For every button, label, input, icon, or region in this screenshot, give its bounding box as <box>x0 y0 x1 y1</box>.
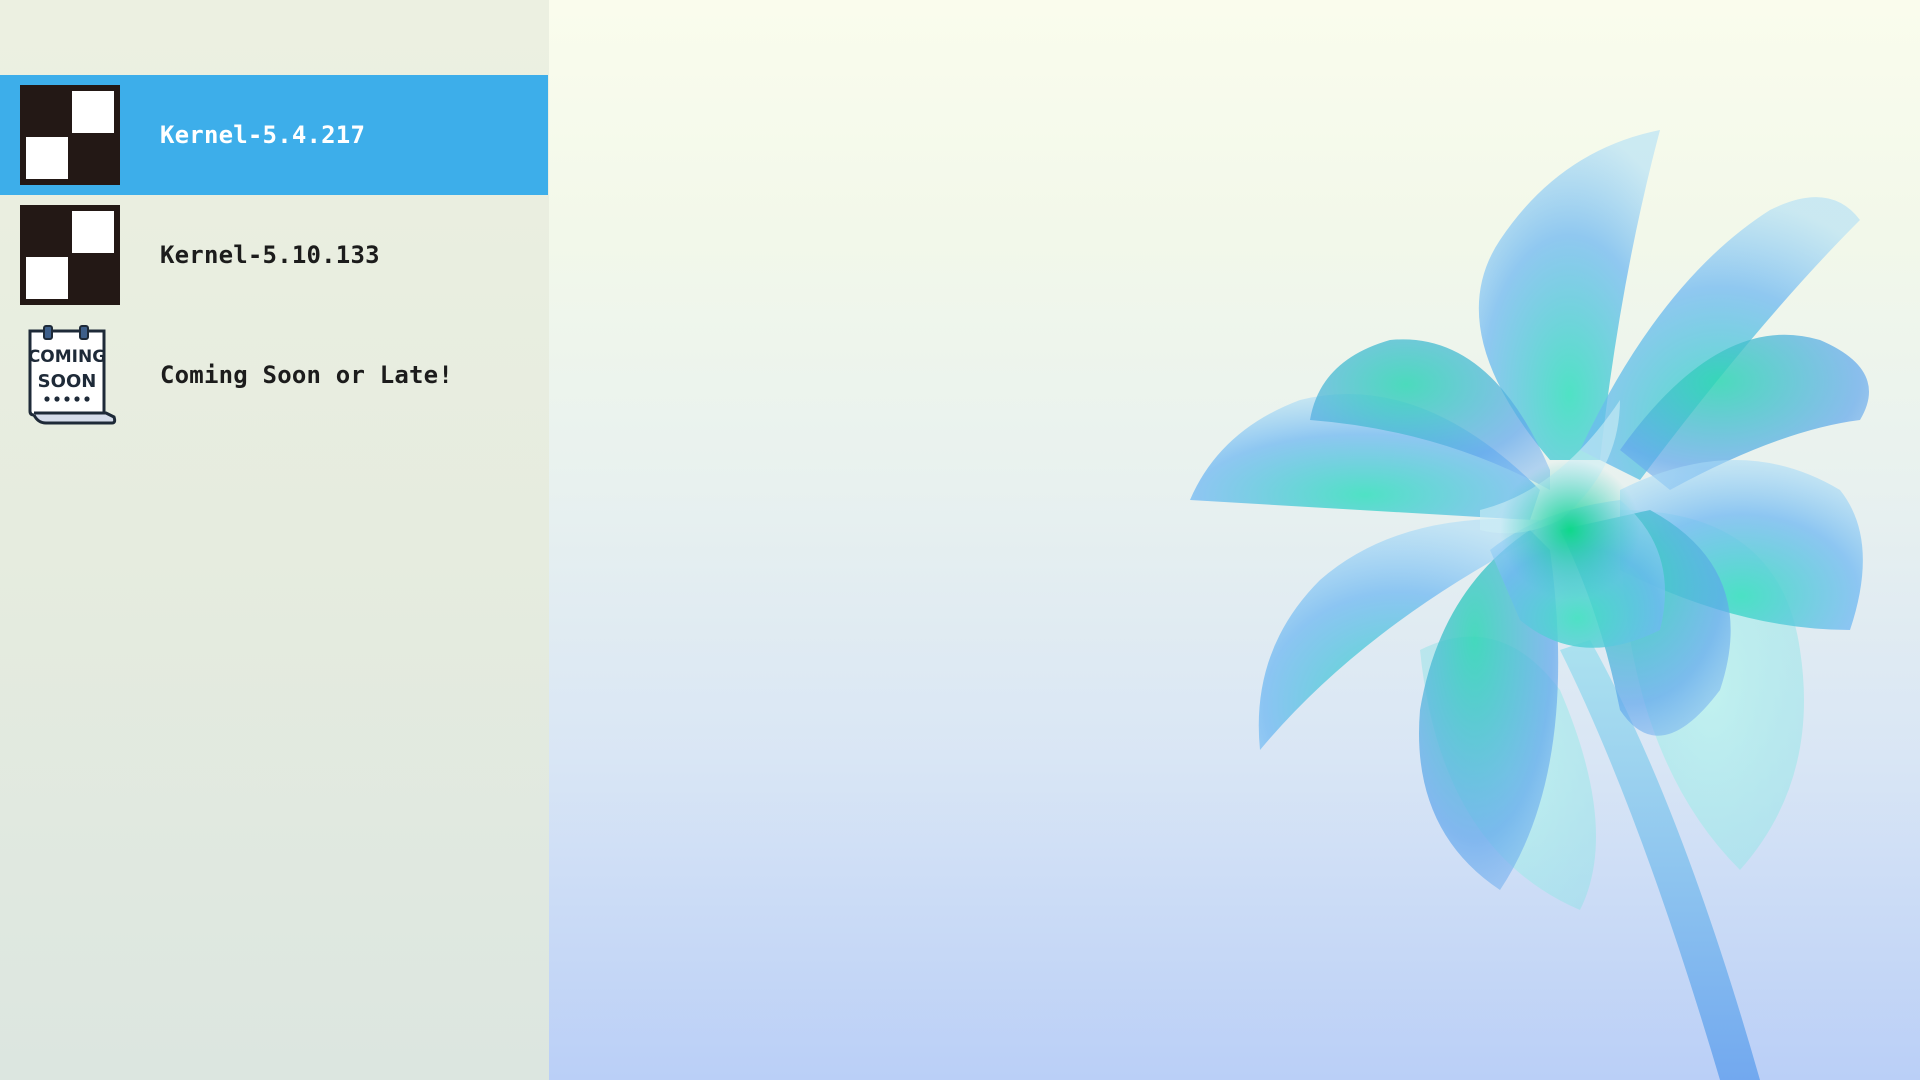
boot-entry-kernel-5-10-133[interactable]: Kernel-5.10.133 <box>0 195 548 315</box>
boot-menu-panel: Kernel-5.4.217 Kernel-5.10.133 COMING SO… <box>0 0 549 1080</box>
boot-entry-label: Kernel-5.4.217 <box>160 121 366 149</box>
checker-icon <box>20 205 120 305</box>
boot-screen: Kernel-5.4.217 Kernel-5.10.133 COMING SO… <box>0 0 1920 1080</box>
coming-soon-icon-text: COMING <box>28 347 106 367</box>
coming-soon-icon: COMING SOON <box>28 325 117 425</box>
checker-icon <box>20 85 120 185</box>
coming-soon-icon-text: SOON <box>38 371 97 392</box>
boot-entry-label: Kernel-5.10.133 <box>160 241 380 269</box>
boot-menu: Kernel-5.4.217 Kernel-5.10.133 COMING SO… <box>0 75 548 435</box>
boot-entry-coming-soon[interactable]: COMING SOON Coming Soon or Late! <box>0 315 548 435</box>
boot-entry-kernel-5-4-217[interactable]: Kernel-5.4.217 <box>0 75 548 195</box>
flower-wallpaper-image <box>1190 130 1869 1080</box>
boot-entry-label: Coming Soon or Late! <box>160 361 453 389</box>
